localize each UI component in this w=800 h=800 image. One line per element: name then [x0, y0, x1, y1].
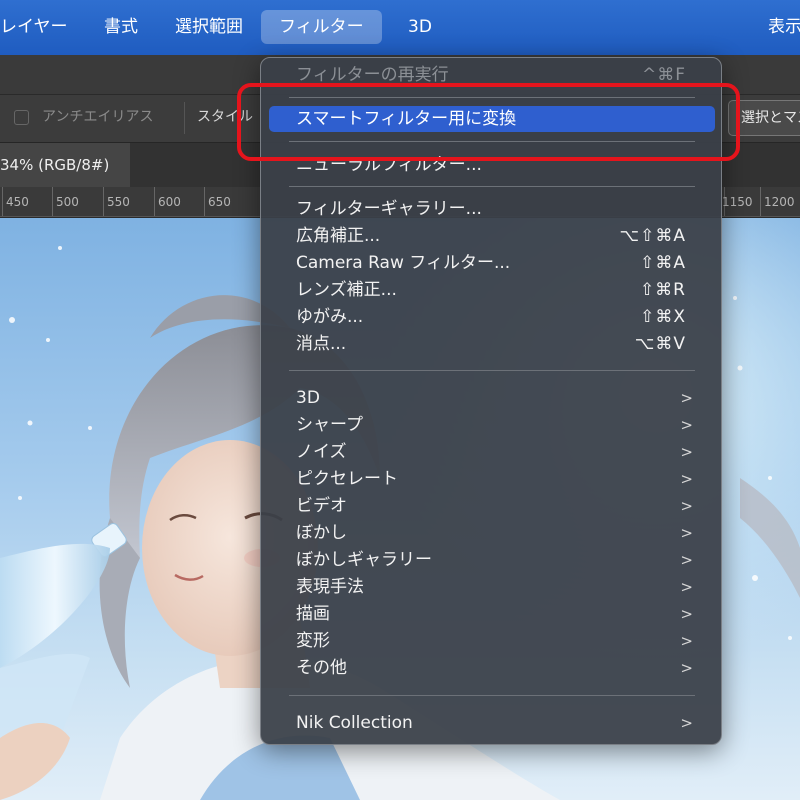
ruler-tick — [52, 187, 53, 216]
ruler-label: 550 — [107, 195, 130, 209]
menu-item-label: 変形 — [296, 631, 330, 651]
menu-item-liquify[interactable]: ゆがみ... ⇧⌘X — [269, 304, 715, 330]
ruler-label: 500 — [56, 195, 79, 209]
shortcut-label: ⌥⌘V — [634, 334, 686, 354]
menu-item-nik-collection[interactable]: Nik Collection > — [269, 710, 715, 736]
ruler-tick — [103, 187, 104, 216]
chevron-right-icon: > — [680, 632, 693, 650]
menu-bar: レイヤー 書式 選択範囲 フィルター 3D 表示 — [0, 0, 800, 55]
menu-item-video[interactable]: ビデオ > — [269, 493, 715, 519]
chevron-right-icon: > — [680, 659, 693, 677]
menu-item-stylize[interactable]: 表現手法 > — [269, 574, 715, 600]
chevron-right-icon: > — [680, 578, 693, 596]
chevron-right-icon: > — [680, 714, 693, 732]
menu-item-pixelate[interactable]: ピクセレート > — [269, 466, 715, 492]
menu-item-label: 描画 — [296, 604, 330, 624]
ruler-tick — [760, 187, 761, 216]
menu-type[interactable]: 書式 — [86, 10, 156, 44]
annotation-highlight-box — [237, 83, 740, 161]
menu-select[interactable]: 選択範囲 — [157, 10, 261, 44]
menu-item-adaptive-wide-angle[interactable]: 広角補正... ⌥⇧⌘A — [269, 223, 715, 249]
chevron-right-icon: > — [680, 389, 693, 407]
menu-separator — [289, 695, 695, 696]
menu-item-lens-correction[interactable]: レンズ補正... ⇧⌘R — [269, 277, 715, 303]
shortcut-label: ⌥⇧⌘A — [619, 226, 686, 246]
menu-item-blur-gallery[interactable]: ぼかしギャラリー > — [269, 547, 715, 573]
document-tab[interactable]: 34% (RGB/8#) — [0, 143, 130, 187]
menu-item-label: ピクセレート — [296, 469, 398, 489]
menu-item-sharpen[interactable]: シャープ > — [269, 412, 715, 438]
ruler-label: 600 — [158, 195, 181, 209]
chevron-right-icon: > — [680, 416, 693, 434]
shortcut-label: ⇧⌘A — [640, 253, 686, 273]
shortcut-label: ⇧⌘X — [640, 307, 686, 327]
ruler-label: 650 — [208, 195, 231, 209]
menu-item-distort[interactable]: 変形 > — [269, 628, 715, 654]
menu-item-label: 広角補正... — [296, 226, 381, 246]
menu-item-3d[interactable]: 3D > — [269, 385, 715, 411]
menu-item-render[interactable]: 描画 > — [269, 601, 715, 627]
menu-item-vanishing-point[interactable]: 消点... ⌥⌘V — [269, 331, 715, 357]
menu-item-camera-raw[interactable]: Camera Raw フィルター... ⇧⌘A — [269, 250, 715, 276]
menu-item-noise[interactable]: ノイズ > — [269, 439, 715, 465]
menu-item-label: ぼかし — [296, 523, 347, 543]
chevron-right-icon: > — [680, 551, 693, 569]
ruler-label: 1200 — [764, 195, 795, 209]
chevron-right-icon: > — [680, 605, 693, 623]
menu-item-label: ビデオ — [296, 496, 347, 516]
shortcut-label: ⇧⌘R — [639, 280, 686, 300]
ruler-label: 450 — [6, 195, 29, 209]
menu-item-label: Camera Raw フィルター... — [296, 253, 511, 273]
menu-layer[interactable]: レイヤー — [0, 10, 86, 44]
chevron-right-icon: > — [680, 443, 693, 461]
menu-item-label: 消点... — [296, 334, 347, 354]
chevron-right-icon: > — [680, 524, 693, 542]
chevron-right-icon: > — [680, 497, 693, 515]
menu-item-label: 表現手法 — [296, 577, 364, 597]
menu-separator — [289, 370, 695, 371]
menu-item-label: シャープ — [296, 415, 363, 435]
chevron-right-icon: > — [680, 470, 693, 488]
menu-item-other[interactable]: その他 > — [269, 655, 715, 681]
menu-item-label: Nik Collection — [296, 713, 413, 733]
menu-item-label: ノイズ — [296, 442, 347, 462]
menu-item-label: ゆがみ... — [296, 307, 364, 327]
menu-item-label: フィルターの再実行 — [296, 65, 449, 85]
menu-item-label: 3D — [296, 388, 320, 408]
options-divider — [184, 102, 185, 134]
ruler-tick — [204, 187, 205, 216]
antialias-label: アンチエイリアス — [42, 109, 154, 125]
menu-item-label: レンズ補正... — [296, 280, 397, 300]
menu-item-label: フィルターギャラリー... — [296, 199, 482, 219]
menu-filter[interactable]: フィルター — [261, 10, 382, 44]
menu-item-blur[interactable]: ぼかし > — [269, 520, 715, 546]
menu-view[interactable]: 表示 — [750, 10, 800, 44]
ruler-tick — [154, 187, 155, 216]
menu-item-filter-gallery[interactable]: フィルターギャラリー... — [269, 196, 715, 222]
menu-item-label: ぼかしギャラリー — [296, 550, 432, 570]
menu-item-label: その他 — [296, 658, 347, 678]
antialias-checkbox[interactable] — [14, 110, 29, 125]
ruler-tick — [2, 187, 3, 216]
menu-3d[interactable]: 3D — [390, 10, 450, 44]
menu-separator — [289, 186, 695, 187]
ruler-label: 1150 — [722, 195, 753, 209]
